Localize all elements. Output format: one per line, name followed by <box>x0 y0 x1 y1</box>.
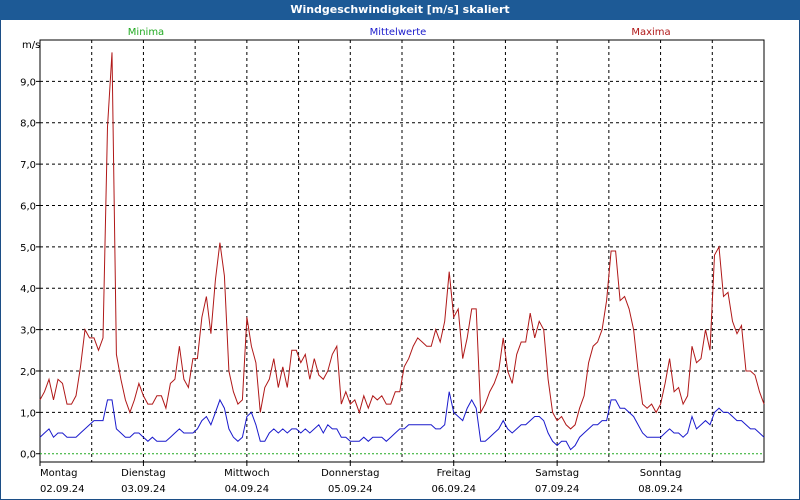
x-label-day: Dienstag <box>121 468 166 479</box>
x-label-date: 02.09.24 <box>40 484 85 495</box>
y-tick-label: 0,0 <box>20 450 36 461</box>
x-label-day: Mittwoch <box>224 468 269 479</box>
wind-speed-chart: Minima Mittelwerte Maxima m/s 0,0 1,0 2,0 3… <box>20 27 765 495</box>
y-tick-label: 5,0 <box>20 243 36 254</box>
y-axis-unit: m/s <box>22 40 40 51</box>
legend-mittelwerte: Mittelwerte <box>370 27 427 38</box>
y-tick-label: 7,0 <box>20 160 36 171</box>
x-label-date: 05.09.24 <box>328 484 373 495</box>
legend-minima: Minima <box>128 27 164 38</box>
x-label-date: 03.09.24 <box>121 484 166 495</box>
x-label-date: 07.09.24 <box>535 484 580 495</box>
x-label-day: Freitag <box>437 468 471 479</box>
y-tick-label: 8,0 <box>20 119 36 130</box>
x-label-date: 06.09.24 <box>431 484 476 495</box>
x-label-day: Samstag <box>535 468 579 479</box>
y-tick-label: 1,0 <box>20 408 36 419</box>
x-label-date: 04.09.24 <box>225 484 270 495</box>
axes <box>36 39 765 466</box>
y-tick-label: 6,0 <box>20 201 36 212</box>
y-tick-label: 2,0 <box>20 367 36 378</box>
labels-layer: Minima Mittelwerte Maxima m/s 0,0 1,0 2,0 3… <box>20 27 683 495</box>
grid <box>40 40 764 462</box>
legend-maxima: Maxima <box>631 27 670 38</box>
x-label-day: Sonntag <box>640 468 682 479</box>
y-tick-label: 4,0 <box>20 284 36 295</box>
x-label-date: 08.09.24 <box>638 484 683 495</box>
y-tick-label: 9,0 <box>20 77 36 88</box>
y-tick-label: 3,0 <box>20 326 36 337</box>
x-label-day: Donnerstag <box>321 468 379 479</box>
x-label-day: Montag <box>40 468 77 479</box>
